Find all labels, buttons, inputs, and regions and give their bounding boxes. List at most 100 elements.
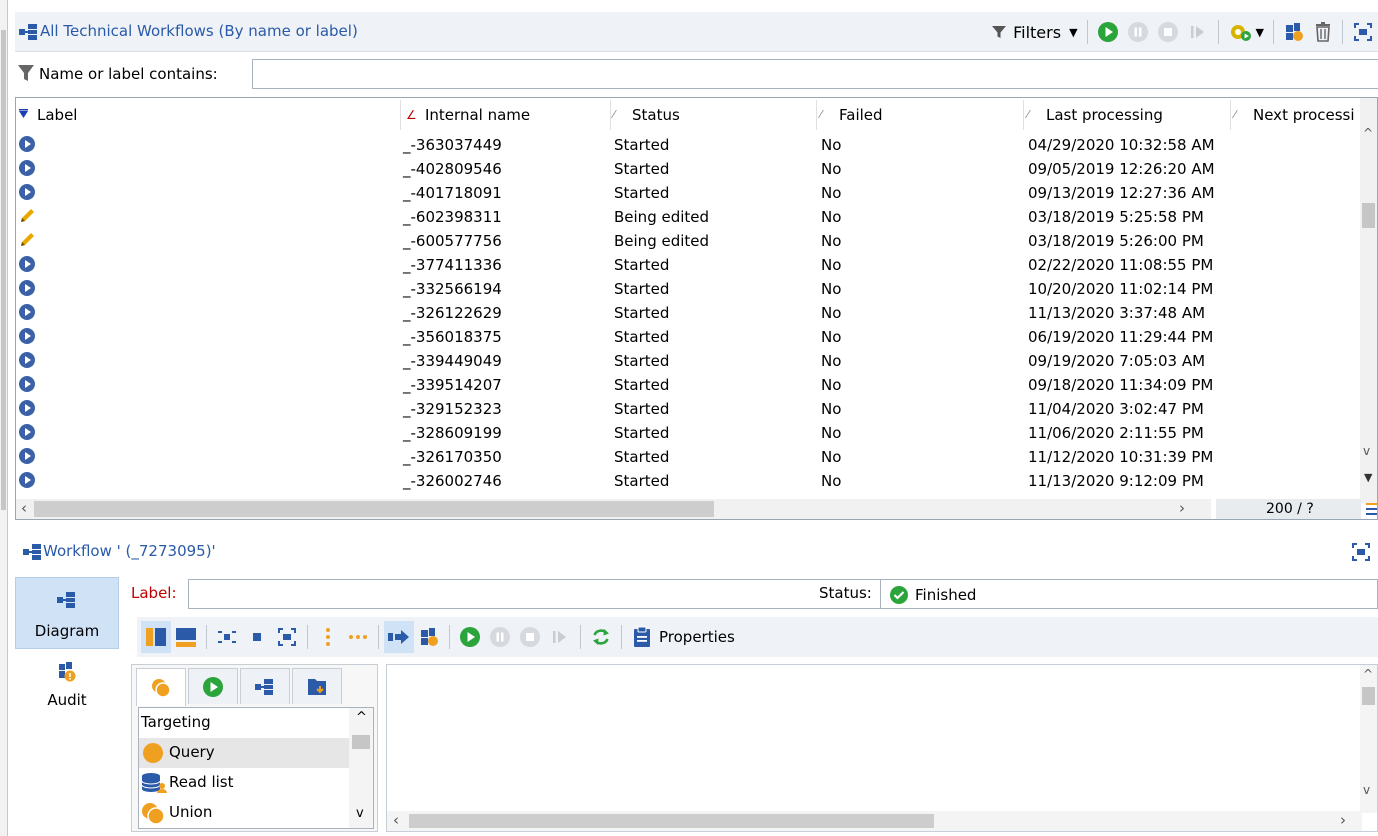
scroll-thumb[interactable] [352,735,370,749]
scroll-thumb[interactable] [409,814,934,828]
cell-internal-name: _-332566194 [403,280,502,298]
new-workflow-button[interactable] [1279,17,1309,47]
play-icon [18,255,36,277]
tab-events[interactable] [292,668,342,704]
trash-icon [1316,22,1330,42]
column-header-label[interactable]: Label [37,106,77,124]
separator [1086,20,1088,44]
stop-button[interactable] [1153,17,1183,47]
nav-item-audit[interactable]: Audit [15,655,119,727]
status-value: Finished [915,586,977,604]
table-row[interactable]: _-363037449 Started No 04/29/2020 10:32:58 … [16,133,1361,157]
canvas-horizontal-scrollbar[interactable]: ‹ › [387,811,1362,831]
pause-button[interactable] [1123,17,1153,47]
scroll-thumb[interactable] [34,501,714,517]
activity-palette: Targeting Query Read list Union ^ v [131,664,378,832]
cell-internal-name: _-326002746 [403,472,502,490]
table-row[interactable]: _-356018375 Started No 06/19/2020 11:29:44 … [16,325,1361,349]
table-row[interactable]: _-602398311 Being edited No 03/18/2019 5:25… [16,205,1361,229]
table-row[interactable]: _-326170350 Started No 11/12/2020 10:31:39 … [16,445,1361,469]
properties-button[interactable]: Properties [627,621,741,653]
column-header-internal-name[interactable]: Internal name [425,106,530,124]
column-separator[interactable] [1230,100,1231,130]
column-separator[interactable] [1023,100,1024,130]
column-header-next-processing[interactable]: Next processi [1253,106,1361,124]
horizontal-layout-icon [176,628,196,647]
table-row[interactable]: _-332566194 Started No 10/20/2020 11:02:14 … [16,277,1361,301]
palette-scrollbar[interactable]: ^ v [349,708,373,828]
table-row[interactable]: _-326002746 Started No 11/13/2020 9:12:09 P… [16,469,1361,493]
start-button[interactable] [1093,17,1123,47]
vertical-layout-button[interactable] [141,621,171,653]
canvas-vertical-scrollbar[interactable]: ^ v [1360,665,1377,813]
scroll-thumb[interactable] [1362,687,1375,705]
tab-actions[interactable] [240,668,290,704]
cell-status: Started [614,400,670,418]
stop-button[interactable] [515,621,545,653]
scroll-thumb[interactable] [1362,203,1375,228]
vertical-scrollbar[interactable]: ^ v ▼ [1360,98,1377,503]
scroll-up-icon: ^ [1363,126,1374,140]
cell-last-processing: 11/04/2020 3:02:47 PM [1028,400,1204,418]
pause-button[interactable] [485,621,515,653]
list-menu-icon[interactable] [1366,502,1378,516]
play-icon [18,159,36,181]
cell-status: Started [614,256,670,274]
separator [1217,20,1219,44]
table-row[interactable]: _-339514207 Started No 09/18/2020 11:34:09 … [16,373,1361,397]
horizontal-layout-button[interactable] [171,621,201,653]
refresh-icon [593,629,609,645]
actions-menu-button[interactable]: ▼ [1224,17,1268,47]
zoom-small-button[interactable] [242,621,272,653]
column-separator[interactable] [400,100,401,130]
nav-item-diagram[interactable]: Diagram [15,577,119,649]
cell-last-processing: 11/06/2020 2:11:55 PM [1028,424,1204,442]
filters-button[interactable]: Filters ▼ [987,17,1081,47]
palette-item-union[interactable]: Union [139,798,349,828]
cell-last-processing: 11/13/2020 3:37:48 AM [1028,304,1206,322]
refresh-button[interactable] [586,621,616,653]
column-separator[interactable] [610,100,611,130]
tab-flow-control[interactable] [188,668,238,704]
name-filter-input[interactable] [252,59,1378,89]
table-row[interactable]: _-339449049 Started No 09/19/2020 7:05:03 A… [16,349,1361,373]
table-row[interactable]: _-329152323 Started No 11/04/2020 3:02:47 P… [16,397,1361,421]
column-separator[interactable] [816,100,817,130]
tab-targeting[interactable] [136,668,186,706]
zoom-frame-button[interactable] [272,621,302,653]
column-header-status[interactable]: Status [632,106,680,124]
table-row[interactable]: _-377411336 Started No 02/22/2020 11:08:55 … [16,253,1361,277]
start-button[interactable] [455,621,485,653]
separator [378,625,379,649]
frame-icon[interactable] [1350,541,1372,563]
cell-internal-name: _-328609199 [403,424,502,442]
align-horizontal-button[interactable] [343,621,373,653]
column-header-failed[interactable]: Failed [839,106,883,124]
table-row[interactable]: _-401718091 Started No 09/13/2019 12:27:36 … [16,181,1361,205]
delete-button[interactable] [1309,17,1337,47]
column-header-last-processing[interactable]: Last processing [1046,106,1163,124]
palette-item-read-list[interactable]: Read list [139,768,349,798]
new-workflow-button[interactable] [414,621,444,653]
table-row[interactable]: _-402809546 Started No 09/05/2019 12:26:20 … [16,157,1361,181]
step-button[interactable] [545,621,575,653]
horizontal-scrollbar[interactable]: ‹ › [16,499,1211,519]
workflow-icon [23,544,43,564]
cell-status: Started [614,160,670,178]
pause-circle-icon [1127,22,1148,42]
list-panel-header: All Technical Workflows (By name or labe… [15,12,1378,52]
step-button[interactable] [1183,17,1213,47]
left-scrollbar[interactable] [1,30,6,510]
fit-view-button[interactable] [1348,17,1378,47]
link-mode-button[interactable] [384,621,414,653]
palette-item-query[interactable]: Query [139,738,349,768]
status-select[interactable]: Finished [880,579,1378,609]
table-row[interactable]: _-600577756 Being edited No 03/18/2019 5:26… [16,229,1361,253]
table-row[interactable]: _-326122629 Started No 11/13/2020 3:37:48 A… [16,301,1361,325]
cell-status: Started [614,472,670,490]
table-row[interactable]: _-328609199 Started No 11/06/2020 2:11:55 P… [16,421,1361,445]
workflow-icon [255,678,273,695]
diagram-canvas[interactable]: ^ v ‹ › [386,664,1378,832]
align-vertical-button[interactable] [313,621,343,653]
zoom-fit-button[interactable] [212,621,242,653]
